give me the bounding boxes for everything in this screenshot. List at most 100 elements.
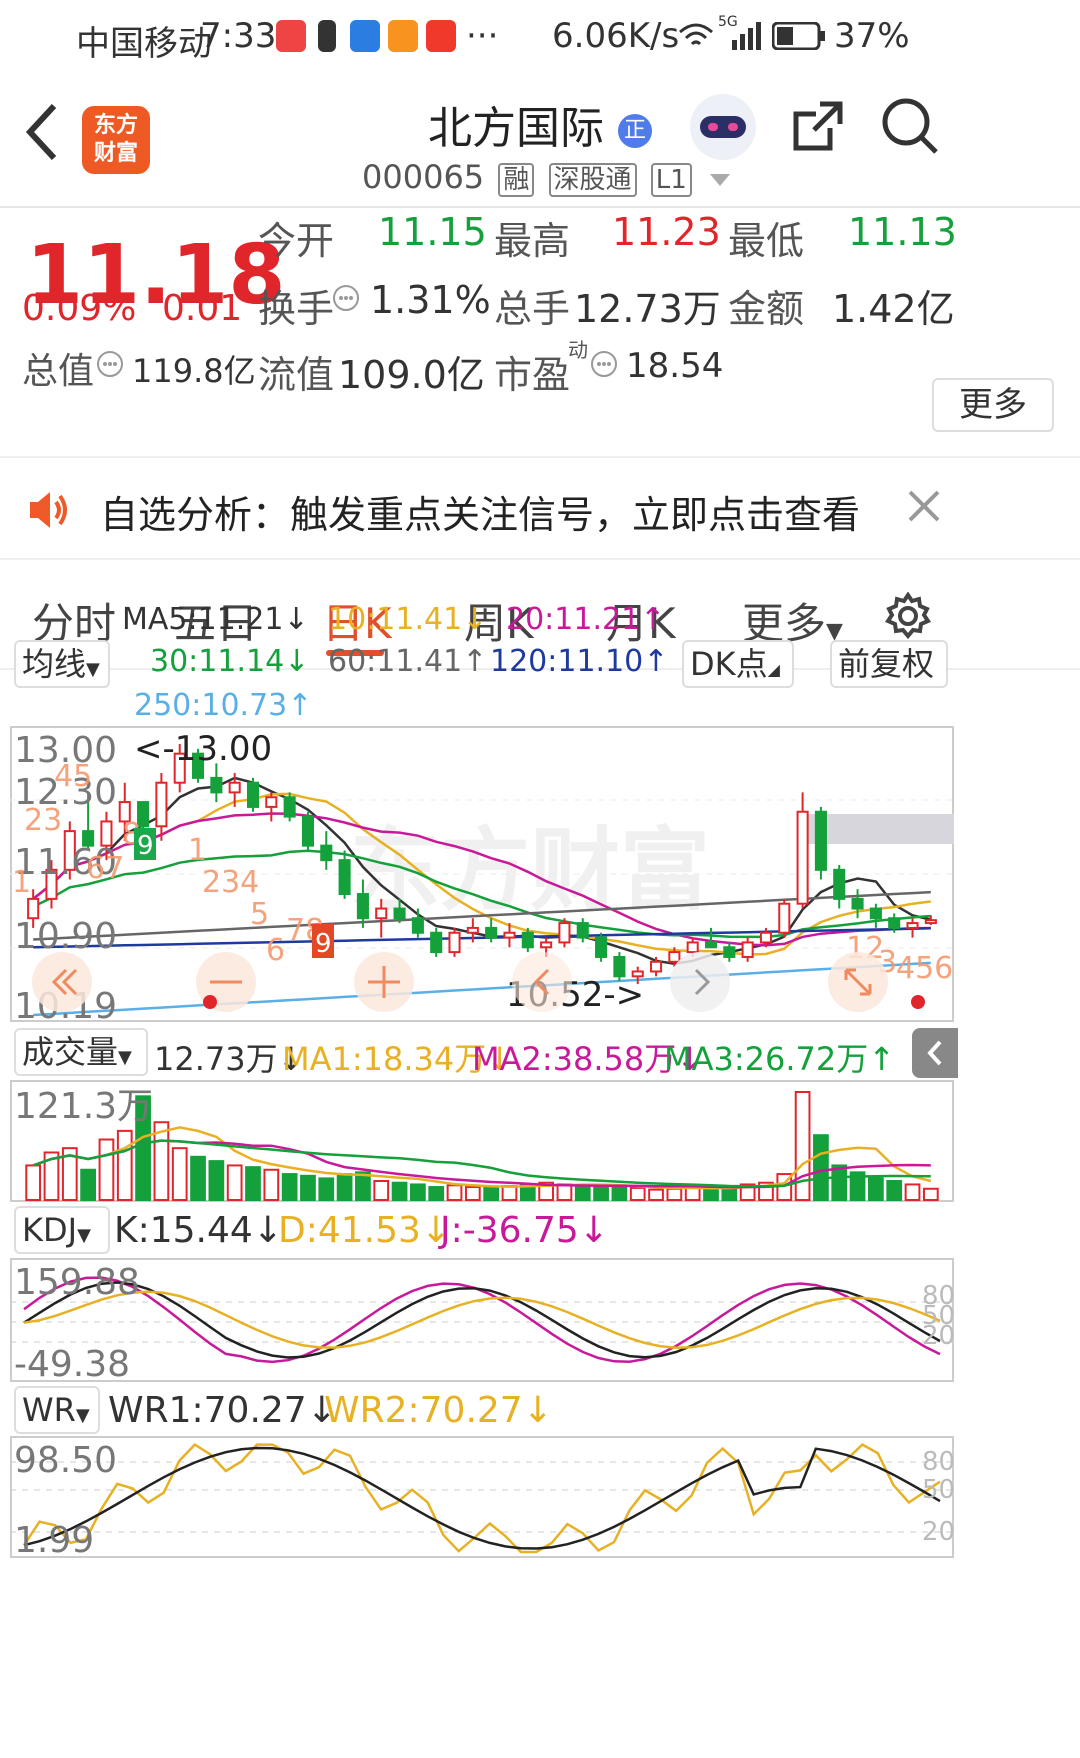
search-icon[interactable] [880,96,940,156]
caret-down-icon: ▼ [118,1047,132,1068]
dk-zone [805,814,954,844]
gear-icon[interactable] [884,592,932,640]
candle-body [613,955,626,978]
kdj-lines [10,1276,954,1364]
volume-bar [666,1187,683,1201]
volume-bar [410,1183,426,1201]
kdj-line [23,1290,941,1349]
candle-body [411,917,424,934]
ma60-label: 60:11.41↑ [328,644,488,679]
speaker-icon [30,492,67,528]
candle-body [576,922,589,939]
prev-button[interactable] [512,952,572,1012]
candle-body [283,796,296,818]
stock-code-row: 000065 融 深股通 L1 [362,158,732,197]
dk-point-selector[interactable]: DK点◢ [682,640,794,688]
wr-selector-label: WR [22,1391,76,1429]
market-cap: 119.8亿 [132,352,256,390]
volume-bar [501,1185,518,1202]
volume-bar [171,1147,188,1202]
volume-bar [263,1168,280,1202]
y-max-label: 98.50 [14,1440,117,1481]
volume-bar [593,1185,609,1202]
signal-badge-text: 9 [137,831,154,861]
ref-20: 20 [922,1321,954,1351]
market-cap-label: 总值 [22,351,95,392]
alert-banner[interactable]: 自选分析：触发重点关注信号，立即点击查看 [0,456,1080,560]
kdj-selector[interactable]: KDJ▼ [14,1206,110,1254]
signal-badge-text: 9 [315,929,332,959]
wr1-value: WR1:70.27↓ [108,1390,337,1431]
candle-body [448,931,461,954]
robot-assistant-icon[interactable] [688,92,758,162]
info-icon[interactable] [96,350,124,378]
ref-50: 50 [922,1475,954,1505]
count-label: 5 [250,897,269,932]
candle-body [503,931,516,939]
close-icon[interactable] [906,488,942,524]
candle-body [869,907,882,920]
y-max-label: 121.3万 [14,1086,153,1127]
info-icon[interactable] [590,350,618,378]
kdj-selector-label: KDJ [22,1211,78,1249]
candle-body [888,917,901,929]
info-icon[interactable] [332,284,360,312]
chart-frame [10,1436,954,1558]
float-cap-value: 109.0亿 [338,353,485,397]
kdj-j: J:-36.75↓ [440,1210,609,1251]
battery-alert-icon [318,20,336,52]
candle-body [430,931,443,954]
adjust-selector[interactable]: 前复权 [830,640,948,688]
pe-value: 18.54 [626,346,724,386]
collapse-panel-button[interactable] [912,1028,958,1078]
indicator-selector-ma[interactable]: 均线▼ [14,640,110,688]
wr-lines [10,1442,954,1554]
more-notifications: ··· [466,16,499,56]
marker-dot [203,995,217,1009]
candle-body [320,844,333,862]
stock-name-text: 北方国际 [428,103,604,154]
chevron-left-icon [927,1040,942,1066]
candle-body [906,922,919,929]
battery-icon [772,22,825,50]
y-min-label: 1.99 [14,1520,94,1558]
count-label: 45 [54,759,92,794]
open-label: 今开 [258,219,335,263]
turnover-label: 换手 [258,287,335,331]
dk-label: DK点 [690,645,768,683]
share-icon[interactable] [790,98,846,154]
next-button[interactable] [670,952,730,1012]
open-value: 11.15 [378,210,487,254]
ma-selector-label: 均线 [22,645,87,683]
high-value: 11.23 [612,210,721,254]
float-cap-label: 流值 [258,353,335,397]
candle-body [521,931,534,949]
volume-bar [25,1164,42,1202]
volume-bar [922,1187,939,1201]
wr-selector[interactable]: WR▼ [14,1386,100,1434]
pe-dynamic-sup: 动 [568,338,588,362]
max-price-label: <-13.00 [134,729,272,769]
candle-body [301,815,314,847]
volume-bar [300,1174,316,1201]
level-tag: L1 [650,163,692,197]
candle-body [759,931,772,944]
volume-bar [629,1186,646,1201]
volume-bar [391,1181,408,1202]
verified-badge-icon: 正 [618,114,652,148]
pe-label: 市盈 [494,353,571,397]
candle-body [686,941,699,954]
candle-body [778,902,791,934]
candlestick-chart[interactable]: 东方财富 13.00 12.30 11.60 10.90 10.19 <-13.… [10,726,954,1022]
ref-80: 80 [922,1447,954,1477]
volume-bar [831,1164,848,1202]
caret-down-icon: ▼ [86,659,100,680]
more-quote-button[interactable]: 更多 [932,378,1054,432]
candle-body [540,941,553,949]
volume-bar [611,1186,628,1202]
chevron-down-icon[interactable] [708,172,732,188]
volume-selector[interactable]: 成交量▼ [14,1028,148,1076]
volume-bar [428,1186,445,1202]
chart-controls [32,952,925,1012]
kdj-chart: 159.88 -49.38 80 50 20 [10,1258,954,1382]
